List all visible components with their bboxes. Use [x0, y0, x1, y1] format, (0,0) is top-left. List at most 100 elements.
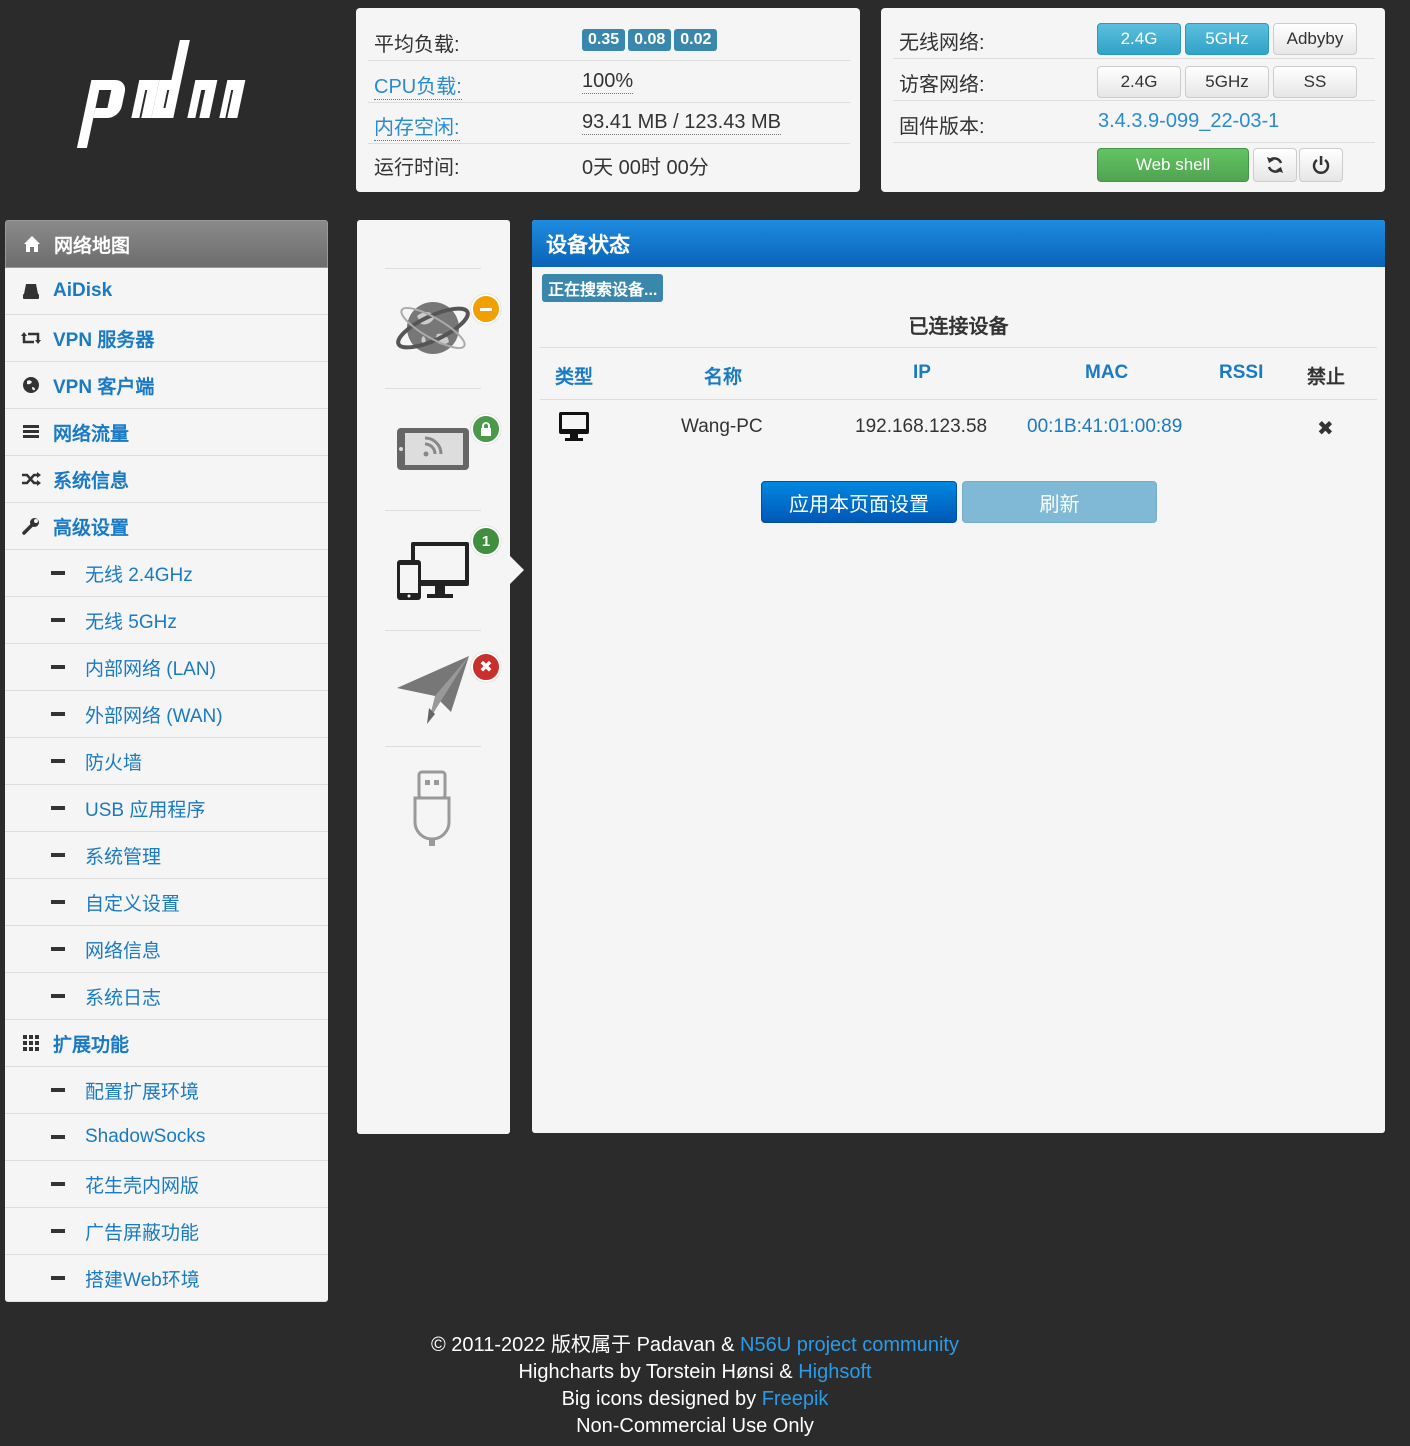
- sidebar-item-label: VPN 服务器: [53, 329, 155, 351]
- globe-icon: [21, 375, 41, 395]
- table-divider: [540, 399, 1377, 400]
- sidebar-subitem[interactable]: 广告屏蔽功能: [5, 1208, 328, 1255]
- cpu-value: 100%: [582, 70, 634, 94]
- sidebar-subitem[interactable]: ShadowSocks: [5, 1114, 328, 1161]
- sidebar-subitem-label: 防火墙: [85, 752, 143, 774]
- random-icon: [21, 469, 41, 489]
- searching-badge: 正在搜索设备...: [542, 274, 664, 302]
- dash-icon: [51, 1088, 65, 1092]
- warning-status-icon: [471, 294, 501, 324]
- sidebar-subitem[interactable]: 系统日志: [5, 973, 328, 1020]
- system-status-card: 平均负载: 0.35 0.08 0.02 CPU负载: 100% 内存空闲: 93.…: [356, 8, 860, 192]
- community-link[interactable]: N56U project community: [740, 1334, 959, 1356]
- freepik-link[interactable]: Freepik: [762, 1388, 829, 1410]
- sidebar-subitem[interactable]: 花生壳内网版: [5, 1161, 328, 1208]
- ss-button[interactable]: SS: [1273, 66, 1357, 98]
- sidebar-subitem-label: 搭建Web环境: [85, 1269, 200, 1291]
- wireless-24g-button[interactable]: 2.4G: [1097, 23, 1181, 55]
- sidebar-item-traffic[interactable]: 网络流量: [5, 409, 328, 456]
- sidebar-subitem-label: 广告屏蔽功能: [85, 1222, 200, 1244]
- col-rssi[interactable]: RSSI: [1219, 362, 1263, 384]
- dash-icon: [51, 1276, 65, 1280]
- sidebar-subitem-label: 系统管理: [85, 846, 162, 868]
- home-icon: [22, 234, 42, 254]
- sidebar-item-system-info[interactable]: 系统信息: [5, 456, 328, 503]
- sidebar-item-advanced[interactable]: 高级设置: [5, 503, 328, 550]
- adbyby-button[interactable]: Adbyby: [1273, 23, 1357, 55]
- lock-status-icon: [471, 414, 501, 444]
- usb-device-status-button[interactable]: [393, 766, 477, 850]
- apply-settings-button[interactable]: 应用本页面设置: [761, 481, 957, 523]
- sidebar-subitem[interactable]: USB 应用程序: [5, 785, 328, 832]
- footer-line-license: Non-Commercial Use Only: [576, 1415, 814, 1437]
- device-name: Wang-PC: [681, 416, 763, 437]
- active-pointer: [510, 556, 524, 584]
- dash-icon: [51, 571, 65, 575]
- sidebar-subitem-label: 内部网络 (LAN): [85, 658, 216, 680]
- sidebar-subitem[interactable]: 配置扩展环境: [5, 1067, 328, 1114]
- uptime-row: 运行时间: 0天 00时 00分: [368, 141, 850, 183]
- divider: [385, 510, 481, 511]
- load-label: 平均负载:: [374, 34, 460, 56]
- col-ip[interactable]: IP: [913, 362, 931, 384]
- sidebar-subitem[interactable]: 搭建Web环境: [5, 1255, 328, 1302]
- footer-line-copyright: © 2011-2022 版权属于 Padavan & N56U project …: [0, 1332, 1400, 1359]
- device-status-panel: 设备状态 正在搜索设备... 已连接设备 类型 名称 IP MAC RSSI 禁…: [532, 220, 1385, 1133]
- sidebar-subitem[interactable]: 系统管理: [5, 832, 328, 879]
- sidebar-item-label: VPN 客户端: [53, 376, 155, 398]
- sidebar-subitem-label: 无线 5GHz: [85, 611, 177, 633]
- power-button[interactable]: [1299, 148, 1343, 182]
- devices-icon: [397, 542, 469, 600]
- list-icon: [21, 422, 41, 442]
- block-device-button[interactable]: ✖: [1317, 416, 1334, 441]
- sidebar-item-vpn-client[interactable]: VPN 客户端: [5, 362, 328, 409]
- dash-icon: [51, 759, 65, 763]
- refresh-icon: [1267, 157, 1283, 173]
- padavan-logo: [76, 40, 246, 148]
- dash-icon: [51, 1182, 65, 1186]
- dash-icon: [51, 665, 65, 669]
- wireless-status-button[interactable]: [393, 408, 501, 492]
- dash-icon: [51, 618, 65, 622]
- disk-icon: [21, 281, 41, 301]
- sidebar-subitem[interactable]: 网络信息: [5, 926, 328, 973]
- guest-24g-button[interactable]: 2.4G: [1097, 66, 1181, 98]
- firmware-version-link[interactable]: 3.4.3.9-099_22-03-1: [1098, 110, 1279, 133]
- internet-status-button[interactable]: [393, 286, 501, 370]
- sidebar-subitem[interactable]: 无线 2.4GHz: [5, 550, 328, 597]
- sidebar-subitem[interactable]: 防火墙: [5, 738, 328, 785]
- sidebar-nav: 网络地图 AiDisk VPN 服务器 VPN 客户端 网络流量 系统信息 高级…: [5, 220, 328, 1302]
- load-badge-1: 0.35: [582, 29, 626, 51]
- sidebar-item-aidisk[interactable]: AiDisk: [5, 268, 328, 315]
- sidebar-item-label: 高级设置: [53, 517, 130, 539]
- highsoft-link[interactable]: Highsoft: [798, 1361, 871, 1383]
- sidebar-subitem[interactable]: 无线 5GHz: [5, 597, 328, 644]
- divider: [385, 268, 481, 269]
- sidebar-subitem[interactable]: 自定义设置: [5, 879, 328, 926]
- usb-app-status-button[interactable]: ✖: [393, 648, 501, 732]
- sidebar-item-vpn-server[interactable]: VPN 服务器: [5, 315, 328, 362]
- load-badge-15: 0.02: [674, 29, 718, 51]
- sidebar-item-network-map[interactable]: 网络地图: [5, 220, 328, 268]
- refresh-button[interactable]: 刷新: [962, 481, 1157, 523]
- guest-5g-button[interactable]: 5GHz: [1185, 66, 1269, 98]
- col-name[interactable]: 名称: [704, 362, 742, 389]
- col-type[interactable]: 类型: [555, 362, 593, 389]
- table-divider: [540, 347, 1377, 348]
- firmware-row: 固件版本: 3.4.3.9-099_22-03-1: [893, 100, 1375, 143]
- reboot-button[interactable]: [1253, 148, 1297, 182]
- dash-icon: [51, 853, 65, 857]
- clients-status-button[interactable]: 1: [393, 526, 501, 610]
- device-mac-link[interactable]: 00:1B:41:01:00:89: [1027, 416, 1182, 438]
- sidebar-subitem-label: 无线 2.4GHz: [85, 564, 193, 586]
- col-mac[interactable]: MAC: [1085, 362, 1128, 384]
- cpu-label-link[interactable]: CPU负载:: [374, 70, 462, 100]
- sidebar-subitem[interactable]: 内部网络 (LAN): [5, 644, 328, 691]
- wireless-5g-button[interactable]: 5GHz: [1185, 23, 1269, 55]
- network-status-card: 无线网络: 2.4G 5GHz Adbyby 访客网络: 2.4G 5GHz S…: [881, 8, 1385, 192]
- dash-icon: [51, 900, 65, 904]
- webshell-button[interactable]: Web shell: [1097, 148, 1249, 182]
- sidebar-item-extensions[interactable]: 扩展功能: [5, 1020, 328, 1067]
- memory-label-link[interactable]: 内存空闲:: [374, 111, 460, 141]
- sidebar-subitem[interactable]: 外部网络 (WAN): [5, 691, 328, 738]
